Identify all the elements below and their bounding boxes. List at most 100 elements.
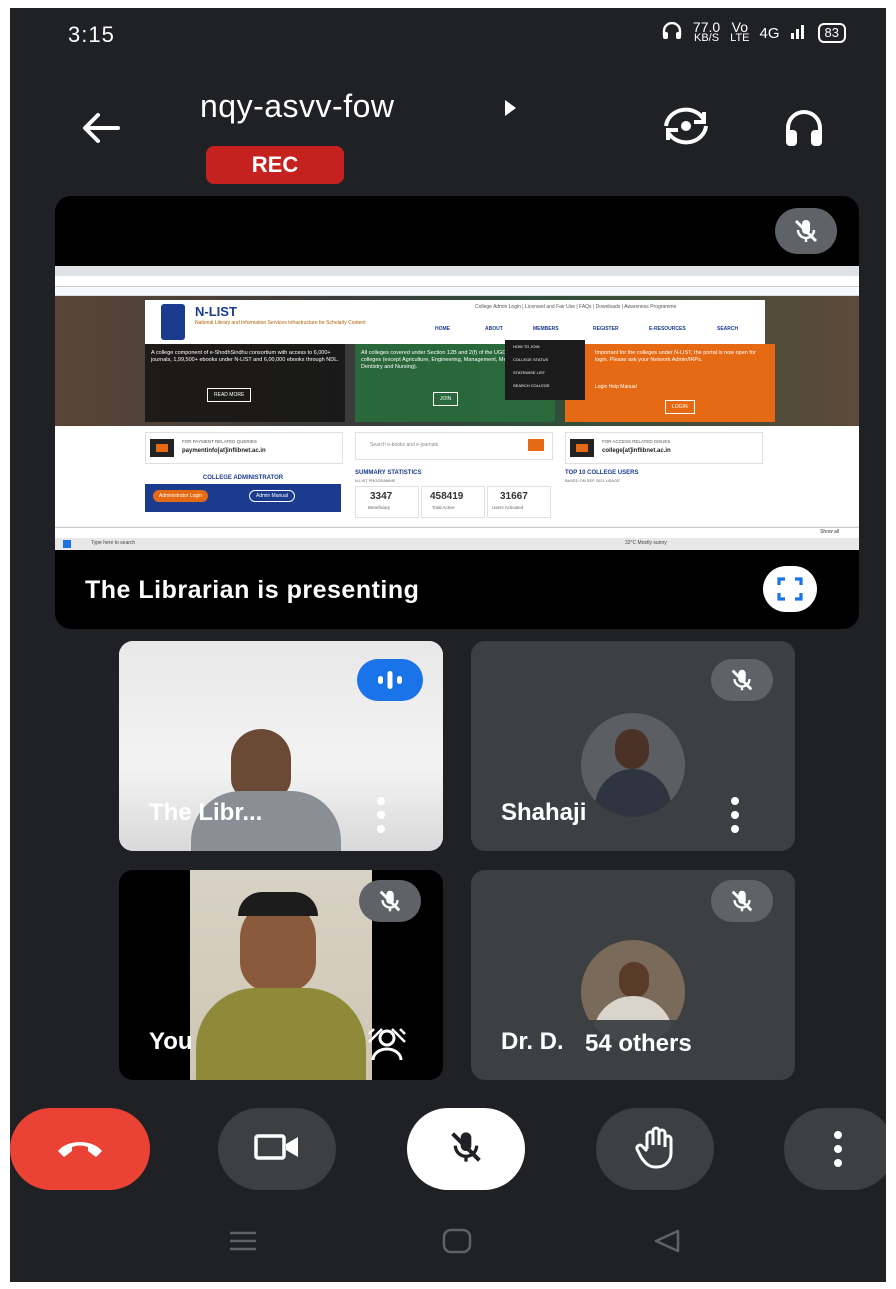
site-college-admin: COLLEGE ADMINISTRATOR Administrator Logi…: [145, 472, 341, 512]
site-payment-card: FOR PAYMENT RELATED QUERIES paymentinfo[…: [145, 432, 343, 464]
site-panel-notice-text: Important for the colleges under N-LIST,…: [595, 350, 756, 363]
download-bar: Show all: [55, 527, 859, 538]
mic-off-icon: [359, 880, 421, 922]
site-members-dropdown: HOW TO JOIN COLLEGE STATUS STATEWISE LIS…: [505, 340, 585, 400]
site-nav-eresources: E-RESOURCES: [649, 326, 686, 332]
site-stat-value: 3347: [370, 491, 393, 502]
status-icons: 77.0 KB/S Vo LTE 4G 83: [661, 20, 846, 44]
fullscreen-icon[interactable]: [763, 566, 817, 612]
site-top10-title: TOP 10 COLLEGE USERS: [565, 470, 639, 476]
site-access-email: college[at]inflibnet.ac.in: [602, 448, 671, 454]
signal-icon: [790, 23, 808, 43]
raise-hand-button[interactable]: [596, 1108, 714, 1190]
nlist-emblem-icon: [161, 304, 185, 340]
more-options-button[interactable]: [784, 1108, 886, 1190]
meeting-code[interactable]: nqy-asvv-fow: [200, 88, 395, 125]
site-nav-members: MEMBERS: [533, 326, 559, 332]
windows-taskbar: Type here to search 32°C Mostly sunny: [55, 538, 859, 550]
end-call-button[interactable]: [10, 1108, 150, 1190]
back-arrow-icon[interactable]: [78, 106, 122, 150]
switch-camera-icon[interactable]: [658, 104, 714, 148]
self-video-feed: [190, 870, 372, 1080]
site-stat-label: Total Active: [432, 505, 455, 510]
browser-address-bar: [55, 276, 859, 287]
raise-hand-icon: [635, 1125, 675, 1174]
net-speed-unit: KB/S: [693, 32, 720, 44]
site-top-links: College Admin Login | Licensed and Fair …: [475, 304, 677, 310]
mic-off-icon: [775, 208, 837, 254]
site-admin-manual: Admin Manual: [249, 490, 295, 502]
taskbar-weather: 32°C Mostly sunny: [625, 540, 667, 546]
meet-screen: 3:15 77.0 KB/S Vo LTE 4G 83 nqy-asvv-fow…: [10, 8, 886, 1282]
windows-start-icon: [63, 540, 71, 548]
recents-icon[interactable]: [228, 1230, 258, 1252]
site-payment-label: FOR PAYMENT RELATED QUERIES: [182, 439, 257, 444]
payment-icon: [156, 444, 168, 452]
site-nav-register: REGISTER: [593, 326, 619, 332]
site-stat-label: Users Activated: [492, 505, 524, 510]
others-count-pill[interactable]: 54 others: [565, 1020, 771, 1066]
audio-level-icon: [357, 659, 423, 701]
site-panel-about-text: A college component of e-ShodhSindhu con…: [151, 350, 339, 363]
self-hair: [238, 892, 318, 916]
site-search-placeholder: Search e-books and e-journals: [370, 442, 439, 448]
mic-toggle-button[interactable]: [407, 1108, 525, 1190]
participant-tile-shahaji[interactable]: Shahaji: [471, 641, 795, 851]
self-shirt: [196, 988, 366, 1080]
site-access-card: FOR ACCESS RELATED ISSUES college[at]inf…: [565, 432, 763, 464]
mic-off-icon: [711, 659, 773, 701]
site-stat-total-active: 458419 Total Active: [421, 486, 485, 518]
participant-tile-you[interactable]: You: [119, 870, 443, 1080]
avatar: [581, 713, 685, 817]
more-vert-icon[interactable]: [377, 797, 387, 833]
site-subtitle: National Library and Information Service…: [195, 320, 366, 326]
site-logo: N-LIST: [195, 304, 237, 319]
presentation-tile[interactable]: College Admin Login | Licensed and Fair …: [55, 196, 859, 629]
meeting-details-caret-icon[interactable]: [505, 100, 516, 116]
site-login: LOGIN: [665, 400, 695, 414]
volte-bottom: LTE: [730, 32, 750, 44]
participant-name: The Libr...: [149, 799, 263, 826]
site-hero: College Admin Login | Licensed and Fair …: [55, 296, 859, 426]
download-show-all: Show all: [820, 529, 839, 535]
site-admin-login: Administrator Login: [153, 490, 209, 502]
site-stat-users-activated: 31667 Users Activated: [487, 486, 551, 518]
home-icon[interactable]: [442, 1228, 472, 1254]
browser-bookmarks: [55, 287, 859, 296]
participant-name: You: [149, 1028, 193, 1055]
site-top10-sub: BASED ON SEP 2021 USAGE: [565, 478, 620, 483]
site-stat-beneficiary: 3347 Beneficiary: [355, 486, 419, 518]
site-summary-title: SUMMARY STATISTICS: [355, 470, 422, 476]
site-stat-value: 31667: [500, 491, 528, 502]
site-college-admin-title: COLLEGE ADMINISTRATOR: [145, 472, 341, 484]
participant-tile-others[interactable]: Dr. D. 54 others: [471, 870, 795, 1080]
participant-name: Shahaji: [501, 799, 587, 826]
site-panel-about: A college component of e-ShodhSindhu con…: [145, 344, 345, 422]
site-stat-label: Beneficiary: [368, 505, 391, 510]
status-bar: 3:15 77.0 KB/S Vo LTE 4G 83: [10, 8, 886, 68]
site-nav-about: ABOUT: [485, 326, 503, 332]
headphones-icon[interactable]: [780, 104, 828, 152]
site-search-box: Search e-books and e-journals: [355, 432, 553, 460]
others-count: 54 others: [585, 1030, 692, 1057]
background-effects-icon[interactable]: [365, 1024, 409, 1064]
participant-name: Dr. D.: [501, 1028, 564, 1055]
volte-indicator: Vo LTE: [730, 20, 750, 44]
access-icon: [576, 444, 588, 452]
camera-icon: [253, 1131, 301, 1168]
person-head: [231, 729, 291, 799]
android-nav-bar: [10, 1200, 886, 1282]
site-dropdown-search-college: SEARCH COLLEGE: [513, 383, 550, 388]
participant-tile-librarian[interactable]: The Libr...: [119, 641, 443, 851]
end-call-icon: [54, 1135, 106, 1164]
site-read-more: READ MORE: [207, 388, 252, 402]
taskbar-search: Type here to search: [91, 540, 136, 546]
site-stat-value: 458419: [430, 491, 464, 502]
site-access-label: FOR ACCESS RELATED ISSUES: [602, 439, 671, 444]
site-dropdown-college-status: COLLEGE STATUS: [513, 357, 549, 362]
camera-toggle-button[interactable]: [218, 1108, 336, 1190]
more-vert-icon[interactable]: [731, 797, 741, 833]
nav-back-icon[interactable]: [652, 1228, 682, 1254]
site-panel-notice: Important for the colleges under N-LIST,…: [565, 344, 775, 422]
mic-off-icon: [711, 880, 773, 922]
